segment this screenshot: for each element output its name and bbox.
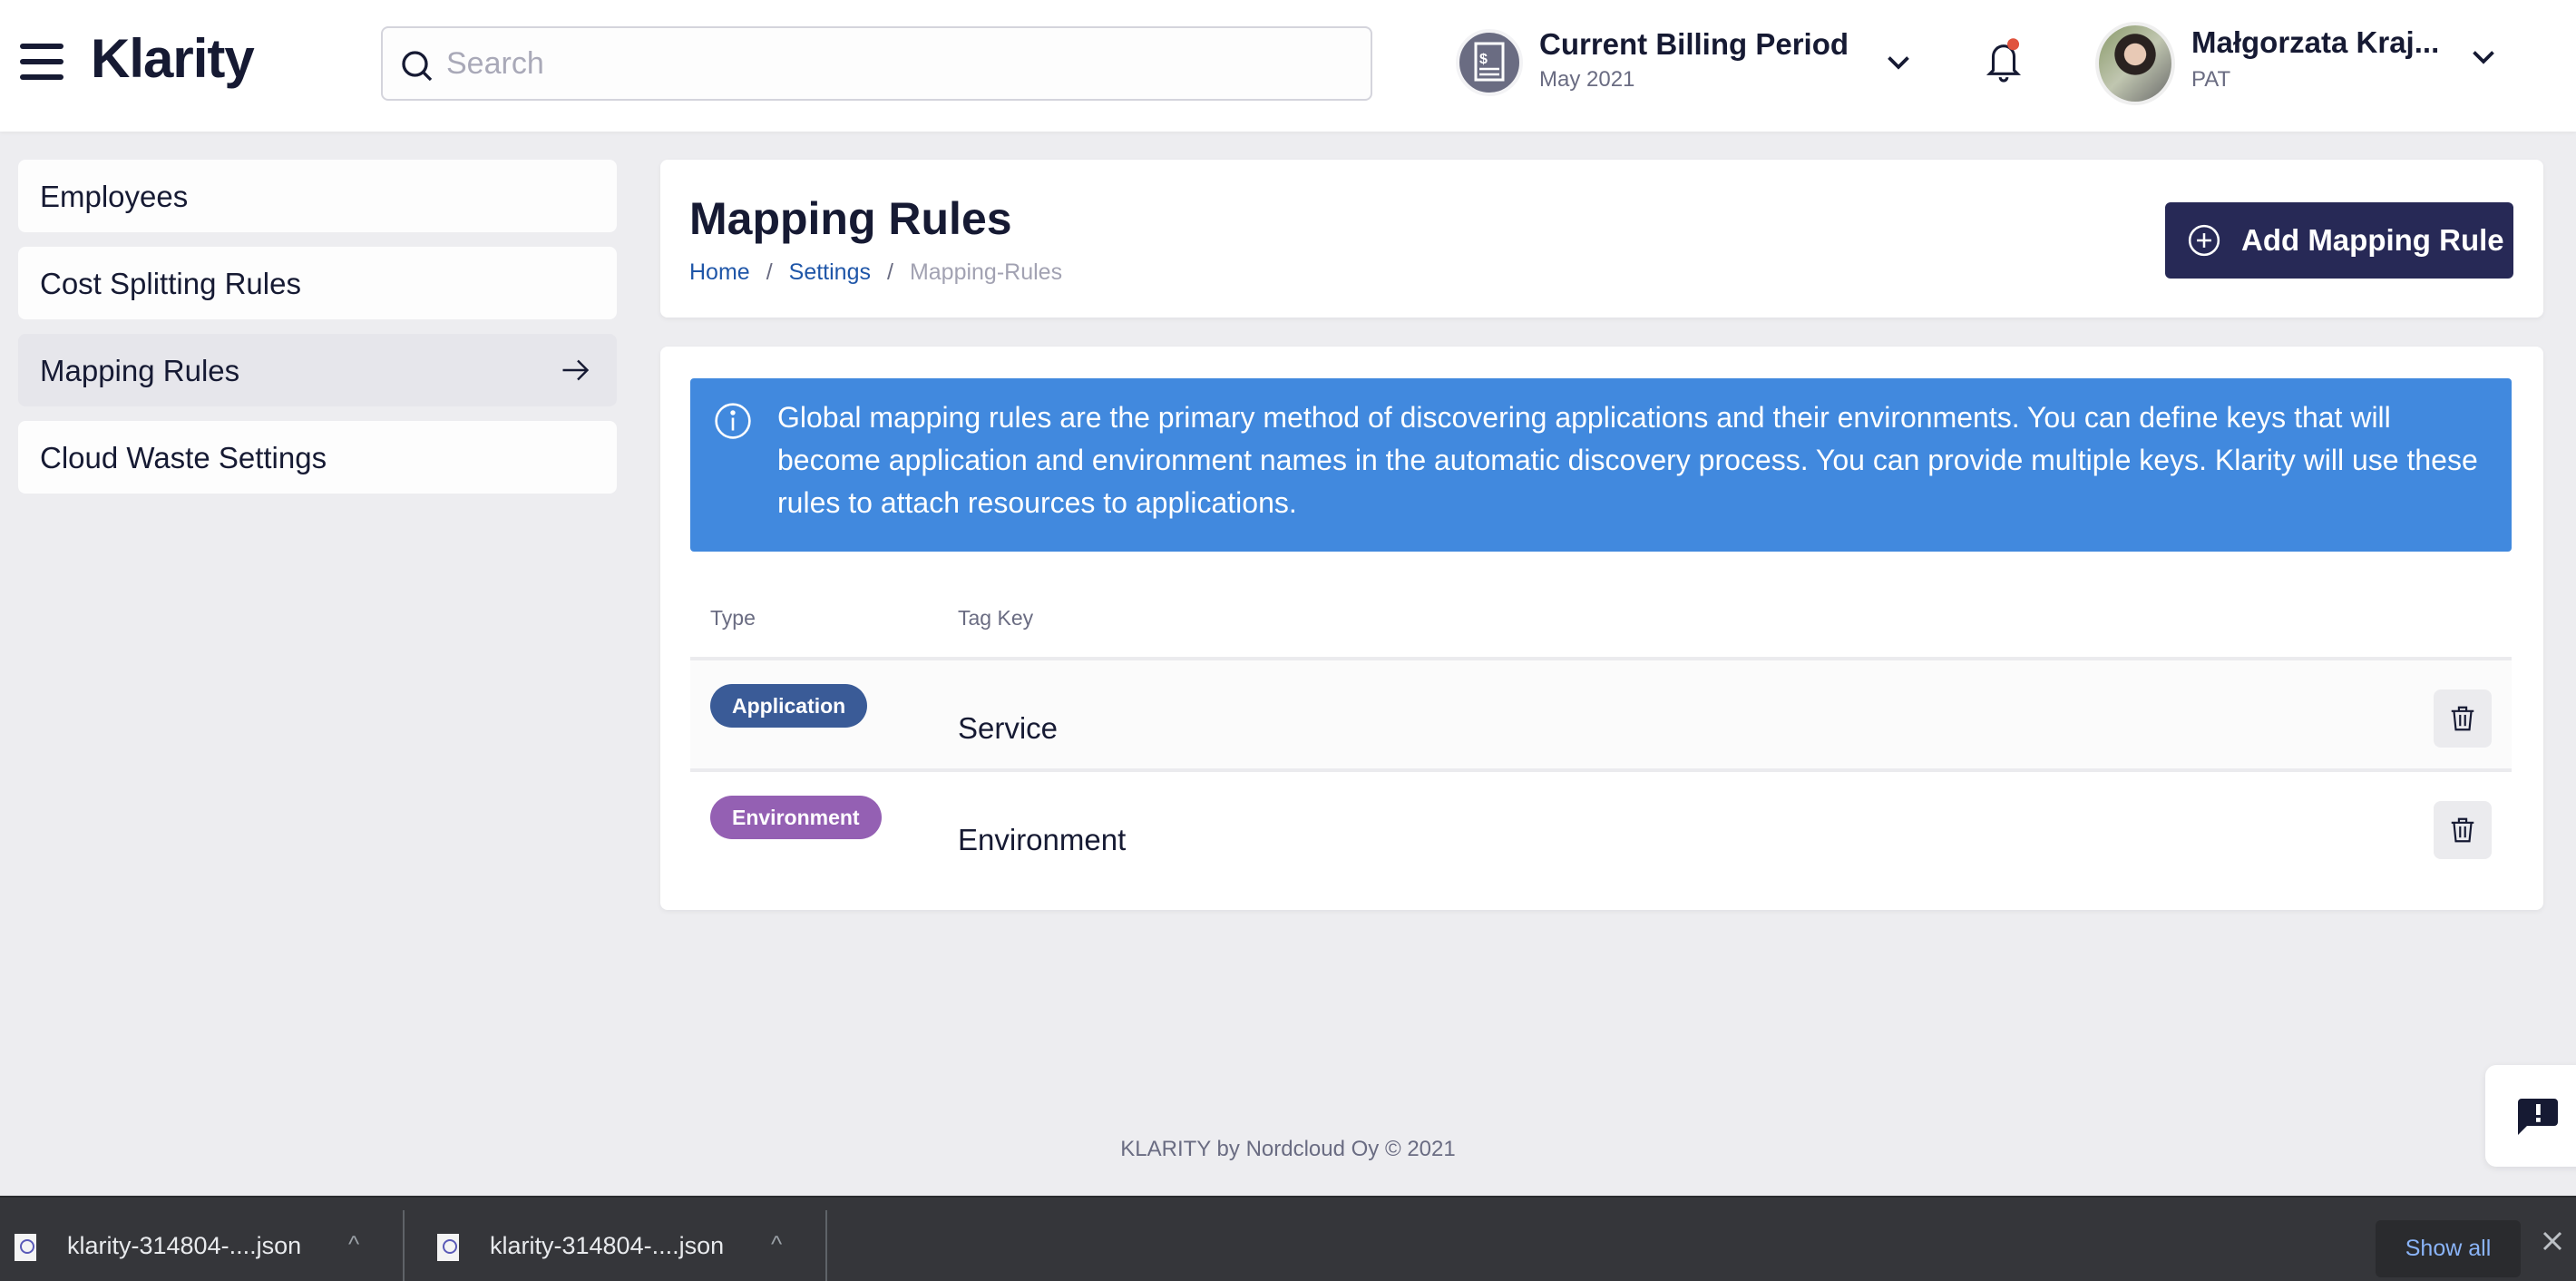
app-logo[interactable]: Klarity bbox=[91, 27, 255, 90]
chevron-up-icon[interactable]: ^ bbox=[771, 1230, 782, 1258]
file-icon bbox=[437, 1234, 459, 1261]
breadcrumb-current: Mapping-Rules bbox=[909, 259, 1063, 285]
sidebar-item-label: Employees bbox=[40, 180, 189, 213]
breadcrumb: Home / Settings / Mapping-Rules bbox=[689, 259, 1062, 286]
sidebar-item-employees[interactable]: Employees bbox=[18, 160, 617, 232]
sidebar-item-cost-splitting-rules[interactable]: Cost Splitting Rules bbox=[18, 247, 617, 319]
billing-title: Current Billing Period bbox=[1539, 27, 1849, 61]
user-name: Małgorzata Kraj... bbox=[2191, 25, 2440, 59]
show-all-button[interactable]: Show all bbox=[2376, 1220, 2521, 1277]
trash-icon bbox=[2451, 706, 2474, 731]
search-input[interactable] bbox=[446, 28, 1353, 99]
page-title: Mapping Rules bbox=[689, 193, 1012, 244]
table-row: Environment Environment bbox=[690, 772, 2512, 884]
divider bbox=[825, 1210, 827, 1281]
chevron-up-icon[interactable]: ^ bbox=[348, 1230, 359, 1258]
feedback-icon bbox=[2518, 1099, 2558, 1135]
download-item[interactable]: klarity-314804-....json ^ bbox=[0, 1198, 403, 1281]
breadcrumb-home[interactable]: Home bbox=[689, 259, 750, 286]
tag-key: Environment bbox=[958, 823, 1127, 856]
download-filename: klarity-314804-....json bbox=[490, 1232, 725, 1259]
trash-icon bbox=[2451, 817, 2474, 843]
column-header-tag-key[interactable]: Tag Key bbox=[958, 606, 1033, 631]
delete-button[interactable] bbox=[2434, 801, 2492, 859]
svg-text:$: $ bbox=[1479, 52, 1488, 67]
chevron-down-icon[interactable] bbox=[1882, 45, 1915, 78]
arrow-right-icon bbox=[562, 359, 590, 381]
close-icon[interactable] bbox=[2542, 1230, 2563, 1252]
type-badge: Application bbox=[710, 684, 868, 728]
add-mapping-rule-button[interactable]: Add Mapping Rule bbox=[2165, 202, 2513, 279]
download-item[interactable]: klarity-314804-....json ^ bbox=[423, 1198, 825, 1281]
table-row: Application Service bbox=[690, 660, 2512, 772]
type-badge: Environment bbox=[710, 796, 882, 839]
search-icon bbox=[402, 51, 433, 82]
search-box[interactable] bbox=[381, 26, 1372, 101]
billing-period: May 2021 bbox=[1539, 67, 1635, 92]
info-icon bbox=[715, 403, 751, 439]
info-text: Global mapping rules are the primary met… bbox=[777, 401, 2478, 519]
menu-icon[interactable] bbox=[20, 44, 63, 80]
chevron-down-icon[interactable] bbox=[2467, 40, 2500, 73]
info-banner: Global mapping rules are the primary met… bbox=[690, 378, 2512, 552]
downloads-bar: klarity-314804-....json ^ klarity-314804… bbox=[0, 1196, 2576, 1281]
top-bar: Klarity $ Current Billing Period May 202… bbox=[0, 0, 2576, 132]
avatar[interactable] bbox=[2095, 22, 2175, 105]
page-header-card: Mapping Rules Home / Settings / Mapping-… bbox=[660, 160, 2543, 318]
file-icon bbox=[15, 1234, 36, 1261]
table-header: Type Tag Key bbox=[690, 606, 2512, 660]
column-header-type[interactable]: Type bbox=[710, 606, 756, 631]
delete-button[interactable] bbox=[2434, 689, 2492, 748]
sidebar-item-label: Cloud Waste Settings bbox=[40, 441, 327, 474]
sidebar-item-mapping-rules[interactable]: Mapping Rules bbox=[18, 334, 617, 406]
sidebar-item-label: Cost Splitting Rules bbox=[40, 267, 301, 300]
feedback-button[interactable] bbox=[2485, 1065, 2576, 1167]
settings-sidebar: Employees Cost Splitting Rules Mapping R… bbox=[18, 160, 617, 508]
add-mapping-rule-label: Add Mapping Rule bbox=[2241, 223, 2504, 257]
breadcrumb-separator: / bbox=[886, 259, 893, 285]
breadcrumb-settings[interactable]: Settings bbox=[789, 259, 871, 286]
plus-circle-icon bbox=[2188, 224, 2220, 257]
mapping-rules-card: Global mapping rules are the primary met… bbox=[660, 347, 2543, 910]
sidebar-item-label: Mapping Rules bbox=[40, 354, 240, 387]
download-filename: klarity-314804-....json bbox=[67, 1232, 302, 1259]
notification-bell-icon[interactable] bbox=[1983, 34, 2025, 85]
invoice-icon: $ bbox=[1456, 29, 1523, 96]
sidebar-item-cloud-waste-settings[interactable]: Cloud Waste Settings bbox=[18, 421, 617, 494]
notification-dot bbox=[2007, 38, 2020, 51]
billing-period-selector[interactable]: $ Current Billing Period May 2021 bbox=[1456, 27, 1927, 105]
user-role: PAT bbox=[2191, 67, 2231, 92]
tag-key: Service bbox=[958, 711, 1059, 745]
divider bbox=[403, 1210, 405, 1281]
footer-text: KLARITY by Nordcloud Oy © 2021 bbox=[1120, 1137, 1456, 1161]
breadcrumb-separator: / bbox=[766, 259, 773, 285]
user-menu[interactable]: Małgorzata Kraj... PAT bbox=[2095, 22, 2549, 109]
